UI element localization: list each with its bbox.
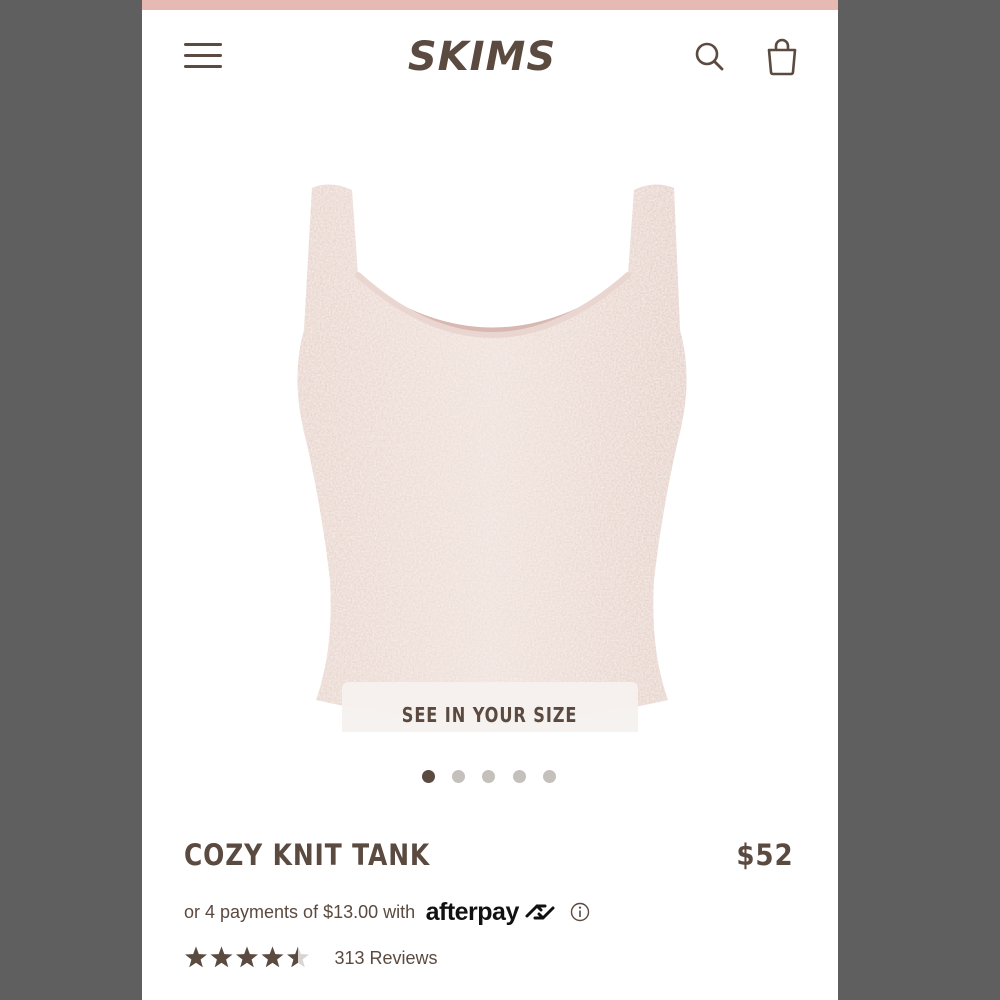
star-filled <box>261 946 284 968</box>
carousel-dot[interactable] <box>452 770 465 783</box>
afterpay-arrows-icon <box>523 899 557 925</box>
info-circle-icon[interactable] <box>570 902 590 922</box>
afterpay-text: or 4 payments of $13.00 with <box>184 902 416 922</box>
mobile-page: SKIMS SEE IN YOUR SIZE COZY KNIT TANK $5… <box>142 0 838 1000</box>
carousel-dot[interactable] <box>422 770 435 783</box>
site-header: SKIMS <box>142 10 838 105</box>
carousel-dot[interactable] <box>482 770 495 783</box>
product-title: COZY KNIT TANK <box>184 838 431 872</box>
hamburger-menu-icon[interactable] <box>184 40 224 72</box>
product-image[interactable] <box>282 180 702 725</box>
carousel-dot[interactable] <box>543 770 556 783</box>
top-accent-strip <box>142 0 838 10</box>
carousel-dot[interactable] <box>513 770 526 783</box>
search-icon[interactable] <box>694 40 726 74</box>
star-rating[interactable] <box>184 945 310 971</box>
product-price: $52 <box>736 838 794 872</box>
see-in-your-size-label: SEE IN YOUR SIZE <box>402 703 578 727</box>
reviews-link[interactable]: 313 Reviews <box>334 948 437 968</box>
star-filled <box>236 946 258 968</box>
afterpay-installments: or 4 payments of $13.00 with afterpay <box>184 896 804 928</box>
carousel-pagination <box>422 770 562 784</box>
star-filled <box>185 946 207 968</box>
shopping-bag-icon[interactable] <box>764 38 800 76</box>
rating-row: 313 Reviews <box>184 945 584 975</box>
skims-logo[interactable]: SKIMS <box>397 32 567 82</box>
see-in-your-size-button[interactable]: SEE IN YOUR SIZE <box>342 682 638 732</box>
afterpay-brand: afterpay <box>425 897 520 926</box>
star-filled <box>210 946 233 968</box>
